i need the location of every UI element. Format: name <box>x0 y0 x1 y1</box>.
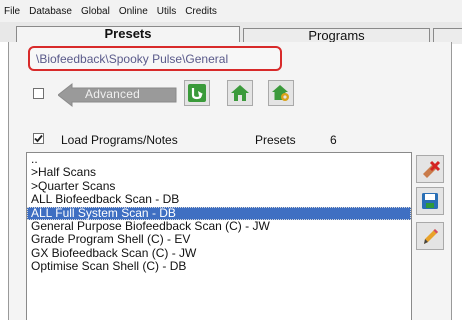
refresh-icon <box>188 84 206 102</box>
save-button[interactable] <box>416 187 444 215</box>
home-settings-button[interactable] <box>268 80 294 106</box>
list-item[interactable]: GX Biofeedback Scan (C) - JW <box>27 246 411 260</box>
advanced-checkbox[interactable] <box>33 88 44 99</box>
load-programs-checkbox[interactable] <box>33 133 44 144</box>
presets-list[interactable]: .. >Half Scans >Quarter Scans ALL Biofee… <box>26 152 412 320</box>
list-item[interactable]: Optimise Scan Shell (C) - DB <box>27 259 411 273</box>
delete-button[interactable] <box>416 155 444 183</box>
edit-button[interactable] <box>416 222 444 250</box>
advanced-label: Advanced <box>85 87 140 101</box>
menu-credits[interactable]: Credits <box>185 6 217 17</box>
delete-icon <box>423 160 441 178</box>
list-item[interactable]: .. <box>27 152 411 166</box>
menu-database[interactable]: Database <box>29 6 72 17</box>
list-item[interactable]: >Quarter Scans <box>27 179 411 193</box>
presets-count-label: Presets <box>255 133 296 147</box>
home-settings-icon <box>272 85 289 101</box>
save-icon <box>422 193 438 209</box>
home-button[interactable] <box>227 80 253 106</box>
load-programs-label: Load Programs/Notes <box>61 133 178 147</box>
list-item[interactable]: Grade Program Shell (C) - EV <box>27 232 411 246</box>
menu-utils[interactable]: Utils <box>157 6 176 17</box>
list-item[interactable]: >Half Scans <box>27 165 411 179</box>
edit-icon <box>424 229 438 244</box>
current-path: \Biofeedback\Spooky Pulse\General <box>28 46 282 71</box>
menu-bar: File Database Global Online Utils Credit… <box>0 0 462 22</box>
home-icon <box>231 85 249 101</box>
checkmark-icon <box>34 134 43 143</box>
tab-strip: Presets Programs <box>0 22 462 44</box>
menu-global[interactable]: Global <box>81 6 110 17</box>
list-item[interactable]: ALL Biofeedback Scan - DB <box>27 192 411 206</box>
presets-count: 6 <box>330 133 337 147</box>
menu-file[interactable]: File <box>4 6 20 17</box>
current-path-text: \Biofeedback\Spooky Pulse\General <box>36 51 229 66</box>
list-item-selected[interactable]: ALL Full System Scan - DB <box>27 206 411 220</box>
refresh-button[interactable] <box>184 80 210 106</box>
list-item[interactable]: General Purpose Biofeedback Scan (C) - J… <box>27 219 411 233</box>
menu-online[interactable]: Online <box>119 6 148 17</box>
